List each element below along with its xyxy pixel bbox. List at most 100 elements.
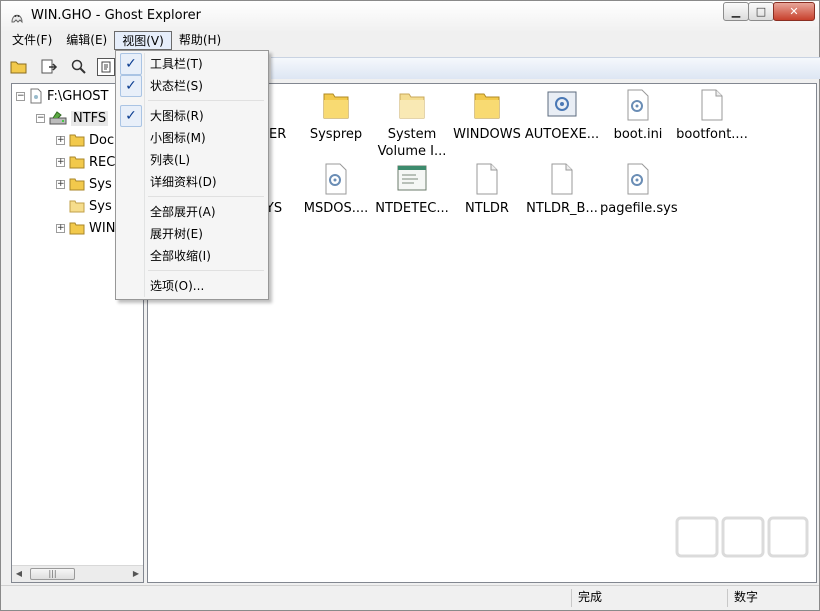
document-icon (476, 163, 498, 195)
folder-icon (69, 178, 85, 191)
menu-item-collapse-all[interactable]: 全部收缩(I) (118, 245, 266, 267)
menu-item-label: 列表(L) (150, 153, 191, 167)
menu-edit[interactable]: 编辑(E) (59, 31, 114, 50)
application-icon (397, 165, 427, 191)
file-label: Sysprep (309, 127, 363, 142)
file-label: NTLDR (465, 201, 509, 216)
menu-item-details[interactable]: 详细资料(D) (118, 171, 266, 193)
file-item[interactable]: NTLDR (449, 162, 525, 217)
file-label: AUTOEXE... (524, 127, 600, 142)
system-file-icon (547, 91, 577, 117)
menu-item-label: 大图标(R) (150, 109, 204, 123)
scroll-right-arrow-icon[interactable]: ▶ (131, 569, 141, 579)
maximize-button[interactable]: □ (748, 2, 774, 21)
tree-node[interactable]: Sys (69, 196, 112, 216)
tree-node[interactable]: + Sys (56, 174, 112, 194)
expand-toggle[interactable]: + (56, 157, 65, 167)
expand-toggle[interactable]: + (56, 223, 65, 233)
properties-button[interactable] (97, 58, 115, 76)
tree-node-label: WIN (89, 220, 116, 236)
file-item[interactable]: System Volume I... (374, 88, 450, 160)
collapse-toggle[interactable]: − (16, 91, 25, 101)
properties-icon (101, 61, 111, 73)
tree-node[interactable]: + REC (56, 152, 115, 172)
window-title: WIN.GHO - Ghost Explorer (31, 8, 201, 23)
file-item[interactable]: WINDOWS (449, 88, 525, 143)
menu-separator (148, 196, 264, 197)
checkmark-icon: ✓ (120, 53, 142, 75)
extract-button[interactable] (37, 55, 61, 79)
tree-node[interactable]: + WIN (56, 218, 115, 238)
menu-item-expand-all[interactable]: 全部展开(A) (118, 201, 266, 223)
extract-icon (41, 59, 58, 74)
expand-toggle[interactable]: + (56, 135, 65, 145)
tree-volume[interactable]: − NTFS (36, 108, 109, 128)
checkmark-icon: ✓ (120, 75, 142, 97)
folder-icon (474, 93, 500, 119)
file-label: pagefile.sys (600, 201, 678, 216)
menu-item-label: 小图标(M) (150, 131, 206, 145)
settings-file-icon (627, 89, 649, 121)
status-bar: 完成 数字 (1, 585, 819, 609)
menu-view[interactable]: 视图(V) (114, 31, 172, 50)
file-label: NTLDR_B... (526, 201, 598, 216)
menu-item-options[interactable]: 选项(O)... (118, 275, 266, 297)
menu-item-small-icons[interactable]: 小图标(M) (118, 127, 266, 149)
open-button[interactable] (7, 55, 31, 79)
find-button[interactable] (67, 55, 91, 79)
file-label: NTDETEC... (375, 201, 449, 216)
menu-item-statusbar[interactable]: ✓ 状态栏(S) (118, 75, 266, 97)
menu-item-label: 状态栏(S) (150, 79, 203, 93)
image-file-icon (30, 88, 42, 104)
file-item[interactable]: NTDETEC... (374, 162, 450, 217)
menu-item-label: 工具栏(T) (150, 57, 203, 71)
file-label: WINDOWS (453, 127, 521, 142)
tree-horizontal-scrollbar[interactable]: ◀ ||| ▶ (12, 565, 143, 582)
menu-item-label: 全部收缩(I) (150, 249, 211, 263)
file-item[interactable]: pagefile.sys (600, 162, 678, 217)
menu-item-expand-tree[interactable]: 展开树(E) (118, 223, 266, 245)
file-item[interactable]: bootfont.... (674, 88, 750, 143)
settings-file-icon (627, 163, 649, 195)
caption-buttons: ▁ □ ✕ (723, 2, 815, 21)
menu-file[interactable]: 文件(F) (5, 31, 59, 50)
file-label: MSDOS.... (303, 201, 369, 216)
folder-icon (323, 93, 349, 119)
folder-icon (399, 93, 425, 119)
file-item[interactable]: AUTOEXE... (524, 88, 600, 143)
scroll-left-arrow-icon[interactable]: ◀ (14, 569, 24, 579)
open-folder-icon (10, 61, 27, 74)
scrollbar-thumb[interactable]: ||| (30, 568, 75, 580)
close-button[interactable]: ✕ (773, 2, 815, 21)
menu-bar: 文件(F) 编辑(E) 视图(V) 帮助(H) (5, 31, 228, 51)
settings-file-icon (325, 163, 347, 195)
minimize-button[interactable]: ▁ (723, 2, 749, 21)
drive-icon (49, 111, 67, 125)
menu-item-large-icons[interactable]: ✓ 大图标(R) (118, 105, 266, 127)
collapse-toggle[interactable]: − (36, 113, 45, 123)
menu-item-list[interactable]: 列表(L) (118, 149, 266, 171)
menu-help[interactable]: 帮助(H) (172, 31, 228, 50)
folder-icon (69, 134, 85, 147)
file-item[interactable]: boot.ini (600, 88, 676, 143)
file-item[interactable]: Sysprep (298, 88, 374, 143)
watermark-logo (675, 516, 809, 558)
folder-icon (69, 200, 85, 213)
tree-node-label: Sys (89, 176, 112, 192)
tree-root[interactable]: − F:\GHOST (16, 86, 109, 106)
folder-icon (69, 156, 85, 169)
status-text: 完成 (571, 589, 711, 607)
file-label: boot.ini (613, 127, 663, 142)
expand-toggle[interactable]: + (56, 179, 65, 189)
menu-item-toolbar[interactable]: ✓ 工具栏(T) (118, 53, 266, 75)
ghost-app-icon (11, 14, 23, 24)
menu-item-label: 选项(O)... (150, 279, 205, 293)
document-icon (551, 163, 573, 195)
toolbar-background (271, 57, 820, 79)
file-label: System Volume I... (377, 127, 447, 159)
file-item[interactable]: NTLDR_B... (524, 162, 600, 217)
tree-node[interactable]: + Doc (56, 130, 114, 150)
tree-node-label: REC (89, 154, 116, 170)
file-item[interactable]: MSDOS.... (298, 162, 374, 217)
menu-item-label: 展开树(E) (150, 227, 203, 241)
